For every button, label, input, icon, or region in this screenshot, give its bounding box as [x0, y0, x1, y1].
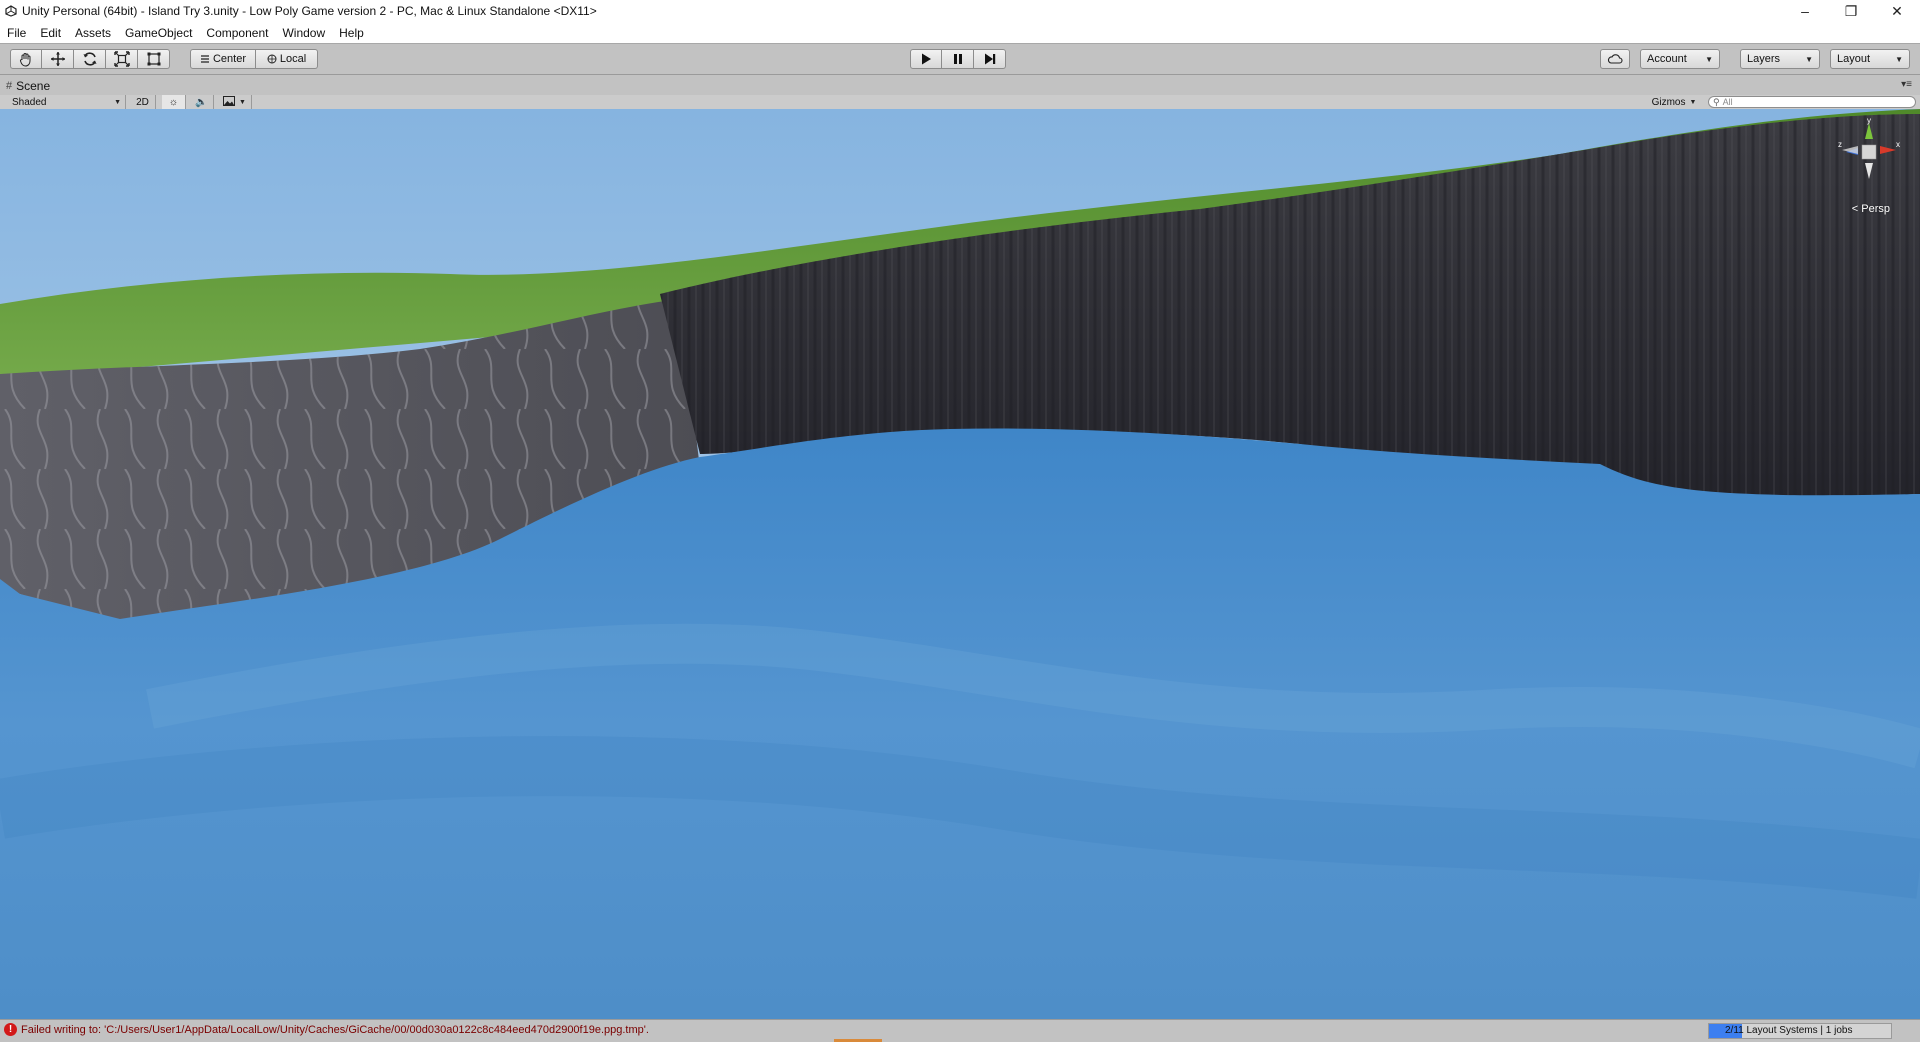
step-button[interactable] — [974, 49, 1006, 69]
x-axis-cone[interactable] — [1880, 146, 1896, 154]
sun-icon: ☼ — [168, 96, 179, 108]
menu-component[interactable]: Component — [199, 26, 275, 40]
pause-icon — [951, 52, 965, 66]
toggle-2d-button[interactable]: 2D — [130, 95, 156, 109]
status-message-text: Failed writing to: 'C:/Users/User1/AppDa… — [21, 1023, 649, 1036]
rotate-tool-button[interactable] — [74, 49, 106, 69]
cloud-controls — [1600, 49, 1630, 69]
layout-label: Layout — [1837, 53, 1871, 65]
window-title: Unity Personal (64bit) - Island Try 3.un… — [22, 4, 597, 18]
search-icon: ⚲ — [1713, 96, 1720, 107]
scale-tool-button[interactable] — [106, 49, 138, 69]
scene-viewport[interactable]: y x z < Persp — [0, 109, 1920, 1019]
menu-help[interactable]: Help — [332, 26, 371, 40]
minimize-icon[interactable]: – — [1782, 0, 1828, 22]
gizmo-z-label: z — [1838, 140, 1842, 149]
cloud-button[interactable] — [1600, 49, 1630, 69]
main-toolbar: Center Local Account ▼ Layers ▼ Layout ▼ — [0, 43, 1920, 75]
scene-render — [0, 109, 1920, 1019]
transform-tools — [10, 49, 170, 69]
restore-icon[interactable]: ❐ — [1828, 0, 1874, 22]
scene-toolbar: Shaded ▼ 2D ☼ 🔈 ▼ Gizmos ▼ ⚲ All — [0, 95, 1920, 110]
rect-tool-icon — [146, 51, 162, 67]
gizmo-x-label: x — [1896, 140, 1900, 149]
error-icon: ! — [4, 1023, 17, 1036]
hand-icon — [18, 51, 34, 67]
chevron-down-icon: ▼ — [1689, 98, 1697, 106]
persp-toggle[interactable]: < Persp — [1852, 203, 1890, 215]
scene-tab-label: Scene — [16, 79, 51, 93]
layout-controls: Layout ▼ — [1830, 49, 1910, 69]
speaker-icon: 🔈 — [195, 96, 208, 108]
effects-dropdown[interactable]: ▼ — [218, 95, 252, 109]
chevron-down-icon: ▼ — [1895, 54, 1903, 64]
move-icon — [50, 51, 66, 67]
account-controls: Account ▼ — [1640, 49, 1720, 69]
play-icon — [919, 52, 933, 66]
close-icon[interactable]: ✕ — [1874, 0, 1920, 22]
play-button[interactable] — [910, 49, 942, 69]
title-bar: Unity Personal (64bit) - Island Try 3.un… — [0, 0, 1920, 22]
tab-menu-icon[interactable]: ▾≡ — [1901, 79, 1912, 90]
account-label: Account — [1647, 53, 1687, 65]
rotate-icon — [82, 51, 98, 67]
scene-hash-icon: # — [6, 80, 13, 92]
pivot-mode-button[interactable]: Center — [190, 49, 256, 69]
rect-tool-button[interactable] — [138, 49, 170, 69]
hierarchy-search-input[interactable]: ⚲ All — [1708, 96, 1916, 108]
chevron-down-icon: ▼ — [114, 98, 121, 106]
layers-label: Layers — [1747, 53, 1781, 65]
menu-edit[interactable]: Edit — [33, 26, 68, 40]
scene-orientation-gizmo[interactable]: y x z — [1834, 117, 1904, 187]
pivot-mode-label: Center — [212, 53, 247, 65]
scale-icon — [113, 51, 130, 67]
status-bar: ! Failed writing to: 'C:/Users/User1/App… — [0, 1019, 1920, 1042]
gizmo-center-cube[interactable] — [1861, 144, 1877, 160]
move-tool-button[interactable] — [42, 49, 74, 69]
hand-tool-button[interactable] — [10, 49, 42, 69]
pause-button[interactable] — [942, 49, 974, 69]
scene-tab-bar: # Scene ▾≡ — [0, 75, 1920, 95]
gizmos-dropdown[interactable]: Gizmos ▼ — [1646, 95, 1702, 109]
console-error-message[interactable]: ! Failed writing to: 'C:/Users/User1/App… — [4, 1023, 649, 1036]
menu-window[interactable]: Window — [275, 26, 332, 40]
audio-toggle-button[interactable]: 🔈 — [190, 95, 214, 109]
layers-controls: Layers ▼ — [1740, 49, 1820, 69]
menu-bar: File Edit Assets GameObject Component Wi… — [0, 22, 1920, 43]
progress-text: 2/11 Layout Systems | 1 jobs — [1725, 1025, 1853, 1036]
draw-mode-dropdown[interactable]: Shaded ▼ — [0, 95, 126, 109]
pivot-rotation-label: Local — [279, 53, 307, 65]
toggle-2d-label: 2D — [136, 96, 149, 108]
local-globe-icon — [267, 54, 277, 64]
play-controls — [910, 49, 1006, 69]
image-icon — [223, 95, 236, 109]
chevron-down-icon: ▼ — [1705, 54, 1713, 64]
menu-assets[interactable]: Assets — [68, 26, 118, 40]
tab-scene[interactable]: # Scene — [6, 77, 50, 95]
draw-mode-label: Shaded — [12, 96, 47, 108]
unity-logo-icon — [4, 4, 18, 18]
y-axis-cone[interactable] — [1865, 123, 1873, 139]
pivot-rotation-button[interactable]: Local — [256, 49, 318, 69]
progress-bar: 2/11 Layout Systems | 1 jobs — [1708, 1023, 1892, 1039]
layout-dropdown[interactable]: Layout ▼ — [1830, 49, 1910, 69]
layers-dropdown[interactable]: Layers ▼ — [1740, 49, 1820, 69]
chevron-down-icon: ▼ — [1805, 54, 1813, 64]
pivot-center-icon — [200, 54, 210, 64]
menu-file[interactable]: File — [0, 26, 33, 40]
menu-gameobject[interactable]: GameObject — [118, 26, 199, 40]
gizmos-label: Gizmos — [1651, 96, 1686, 108]
lighting-toggle-button[interactable]: ☼ — [162, 95, 186, 109]
step-icon — [983, 52, 997, 66]
pivot-controls: Center Local — [190, 49, 318, 69]
gizmo-y-label: y — [1867, 117, 1871, 125]
progress-indicator[interactable]: 2/11 Layout Systems | 1 jobs — [1708, 1023, 1892, 1039]
cloud-icon — [1607, 53, 1623, 65]
search-placeholder: All — [1722, 97, 1733, 107]
chevron-down-icon: ▼ — [239, 98, 246, 106]
account-dropdown[interactable]: Account ▼ — [1640, 49, 1720, 69]
